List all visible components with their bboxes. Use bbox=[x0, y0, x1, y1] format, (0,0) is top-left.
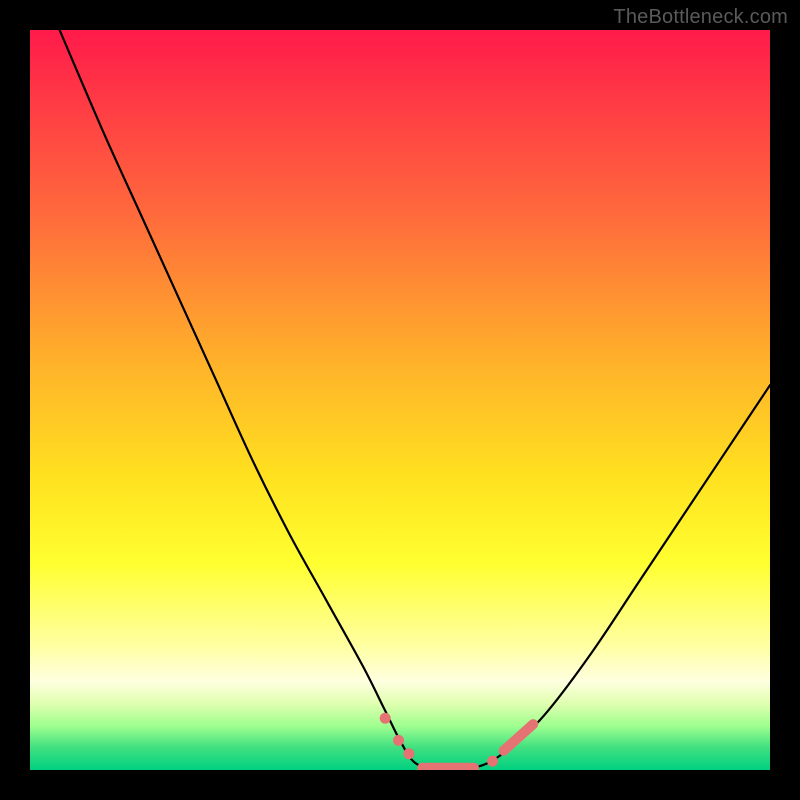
chart-frame: TheBottleneck.com bbox=[0, 0, 800, 800]
marker-dot bbox=[393, 735, 404, 746]
marker-dot bbox=[403, 748, 414, 759]
marker-dot bbox=[380, 713, 391, 724]
marker-dot bbox=[487, 756, 498, 767]
bottleneck-curve bbox=[60, 30, 770, 770]
plot-area bbox=[30, 30, 770, 770]
curve-markers bbox=[380, 713, 534, 768]
chart-svg bbox=[30, 30, 770, 770]
watermark-text: TheBottleneck.com bbox=[613, 6, 788, 29]
marker-right-segment bbox=[504, 724, 534, 751]
